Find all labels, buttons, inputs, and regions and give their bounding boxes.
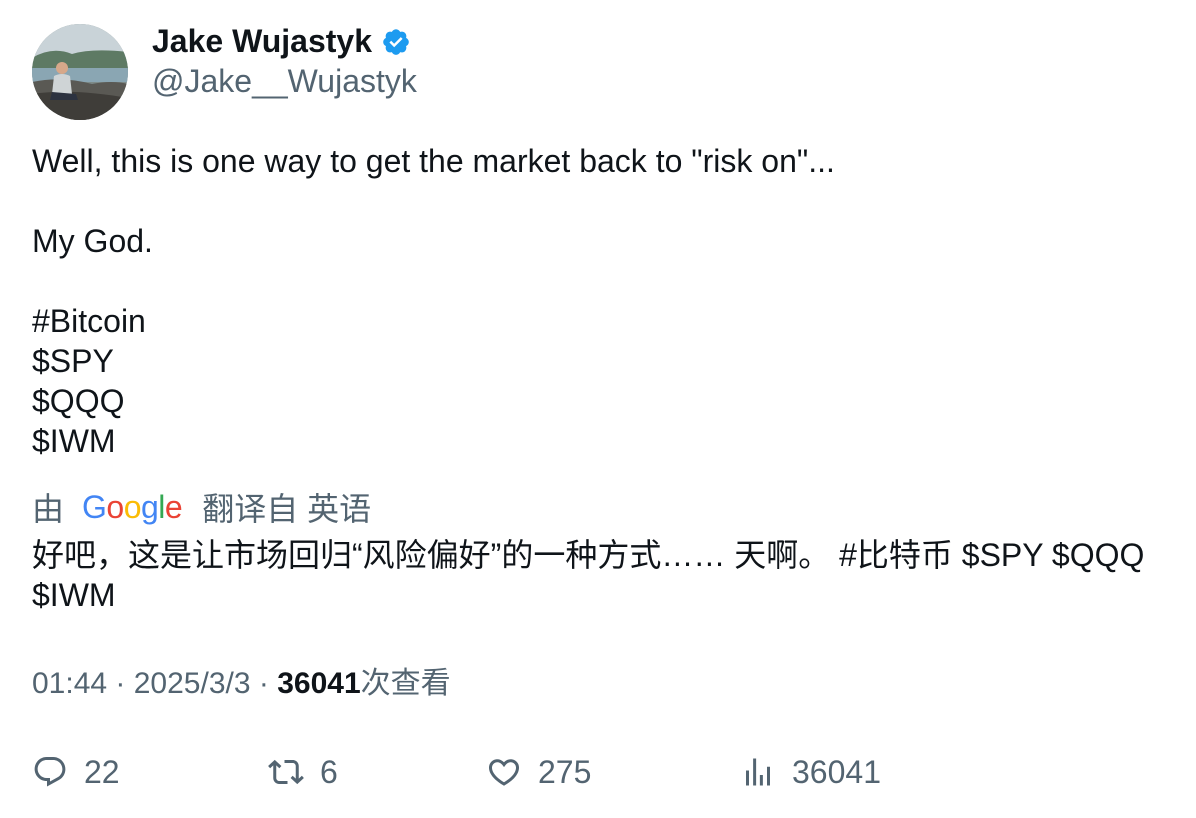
- reply-button[interactable]: 22: [32, 750, 120, 794]
- translation-attribution: 由 Google 翻译自 英语: [32, 487, 372, 528]
- translated-by-label: 由: [32, 491, 65, 527]
- reply-icon: [34, 757, 66, 787]
- tweet-text-line: My God.: [32, 223, 153, 259]
- google-logo-letter: G: [82, 488, 107, 525]
- avatar[interactable]: [32, 24, 128, 120]
- google-logo-letter: o: [123, 488, 142, 525]
- meta-separator: ·: [250, 667, 278, 700]
- translated-text: 好吧，这是让市场回归“风险偏好”的一种方式…… 天啊。 #比特币 $SPY $Q…: [32, 537, 1145, 613]
- avatar-photo-icon: [32, 24, 128, 120]
- tweet-meta: 01:44 · 2025/3/3 · 36041次查看: [32, 664, 451, 704]
- hashtag-link[interactable]: #Bitcoin: [32, 301, 146, 341]
- author-handle[interactable]: @Jake__Wujastyk: [152, 62, 417, 100]
- google-logo-letter: e: [164, 488, 183, 525]
- retweet-count: 6: [320, 754, 338, 790]
- translated-from-label: 翻译自 英语: [202, 491, 372, 527]
- like-count: 275: [538, 754, 592, 790]
- verified-badge-icon: [383, 29, 409, 55]
- tweet-text-line: Well, this is one way to get the market …: [32, 143, 835, 179]
- tweet-date[interactable]: 2025/3/3: [134, 667, 251, 700]
- like-button[interactable]: 275: [486, 750, 591, 794]
- action-bar: 22 6 275 36041: [32, 750, 1172, 794]
- tweet-time[interactable]: 01:44: [32, 667, 107, 700]
- tweet-card: Jake Wujastyk @Jake__Wujastyk Well, this…: [0, 0, 1196, 818]
- views-icon: [746, 758, 770, 786]
- views-count: 36041: [277, 667, 361, 700]
- author-name-row: Jake Wujastyk: [152, 22, 411, 60]
- google-logo: Google: [82, 488, 183, 526]
- cashtag-link[interactable]: $SPY: [32, 341, 114, 381]
- cashtag-link[interactable]: $QQQ: [32, 381, 124, 421]
- retweet-button[interactable]: 6: [268, 750, 338, 794]
- cashtag-link[interactable]: $IWM: [32, 421, 116, 461]
- google-logo-letter: g: [141, 488, 159, 525]
- reply-count: 22: [84, 754, 120, 790]
- author-display-name[interactable]: Jake Wujastyk: [152, 22, 372, 60]
- like-icon: [488, 759, 520, 786]
- retweet-icon: [268, 759, 304, 785]
- google-logo-letter: o: [106, 488, 124, 525]
- views-action-count: 36041: [792, 754, 881, 790]
- views-button[interactable]: 36041: [740, 750, 881, 794]
- meta-separator: ·: [107, 667, 134, 700]
- google-logo-letter: l: [158, 488, 165, 525]
- views-label: 次查看: [360, 667, 451, 700]
